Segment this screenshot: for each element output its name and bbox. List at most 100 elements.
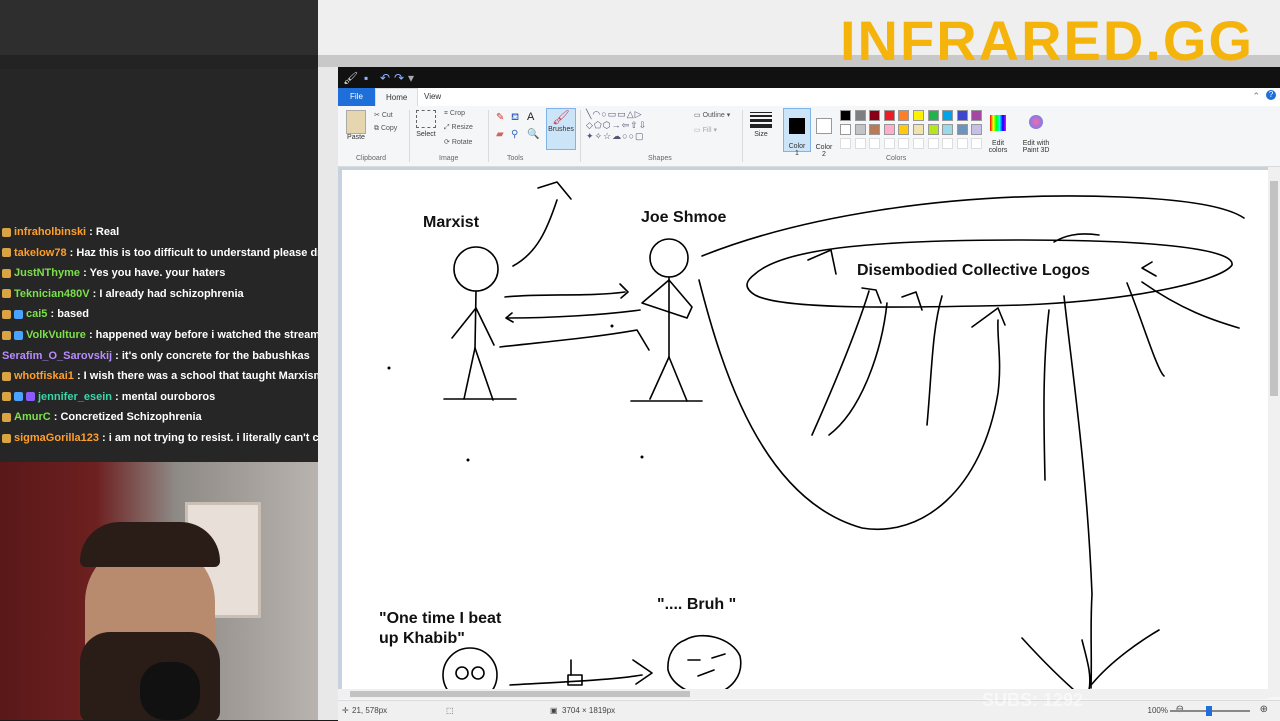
customize-toolbar-icon[interactable]: ▾	[408, 71, 414, 85]
chat-badge-icon	[2, 227, 11, 237]
palette-swatch[interactable]	[898, 110, 910, 121]
palette-swatch[interactable]	[869, 124, 881, 135]
color2-button[interactable]: Color 2	[812, 109, 836, 165]
horizontal-scroll-thumb[interactable]	[350, 691, 690, 697]
chat-badge-icon	[2, 433, 11, 443]
ribbon-separator	[580, 110, 581, 162]
palette-empty-swatch[interactable]	[854, 138, 866, 149]
palette-swatch[interactable]	[883, 110, 895, 121]
palette-swatch[interactable]	[840, 124, 851, 135]
edit-colors-button[interactable]: Edit colors	[986, 108, 1010, 161]
tab-view[interactable]: View	[414, 88, 451, 106]
palette-swatch[interactable]	[927, 110, 939, 121]
palette-empty-swatch[interactable]	[883, 138, 895, 149]
chat-username[interactable]: infraholbinski	[14, 226, 86, 238]
chat-message-text: : Yes you have. your haters	[80, 267, 226, 280]
palette-swatch[interactable]	[942, 124, 954, 135]
ribbon-separator	[742, 110, 743, 162]
drawing-canvas[interactable]: Marxist Joe Shmoe Disembodied Collective…	[342, 170, 1268, 697]
fill-icon[interactable]: ⛾	[511, 112, 519, 125]
zoom-in-button[interactable]: ⊕	[1260, 704, 1268, 715]
text-icon[interactable]: A	[527, 111, 534, 123]
palette-swatch[interactable]	[854, 124, 866, 135]
color2-swatch	[816, 118, 832, 134]
rotate-button[interactable]: ⟳ Rotate	[444, 138, 472, 146]
horizontal-scrollbar[interactable]	[338, 689, 1268, 699]
chat-username[interactable]: jennifer_esein	[38, 391, 112, 403]
color1-button[interactable]: Color 1	[783, 108, 811, 157]
eraser-icon[interactable]: ▰	[496, 129, 504, 140]
shapes-gallery[interactable]: ╲◠○▭▭△▷ ◇⬠⬡→⇦⇧⇩ ✦✧☆☁○○▢	[586, 109, 647, 142]
help-icon[interactable]: ?	[1266, 90, 1276, 100]
chat-username[interactable]: takelow78	[14, 247, 67, 259]
undo-icon[interactable]: ↶	[380, 71, 390, 85]
chat-username[interactable]: Teknician480V	[14, 288, 90, 300]
tab-home[interactable]: Home	[375, 88, 419, 107]
chat-username[interactable]: VolkVulture	[26, 329, 86, 341]
palette-swatch[interactable]	[927, 124, 939, 135]
vertical-scrollbar[interactable]	[1268, 167, 1280, 697]
ribbon-separator	[409, 110, 410, 162]
chat-username[interactable]: AmurC	[14, 411, 51, 423]
palette-swatch[interactable]	[971, 124, 983, 135]
chat-username[interactable]: sigmaGorilla123	[14, 432, 99, 444]
palette-empty-swatch[interactable]	[840, 138, 851, 149]
magnifier-icon[interactable]: 🔍	[527, 129, 539, 140]
palette-swatch[interactable]	[840, 110, 851, 121]
palette-swatch[interactable]	[913, 110, 924, 121]
palette-swatch[interactable]	[956, 124, 968, 135]
cursor-position-icon: ✛	[342, 706, 349, 715]
palette-swatch[interactable]	[913, 124, 924, 135]
redo-icon[interactable]: ↷	[394, 71, 404, 85]
paint-window: 🖌 ▪ ↶ ↷ ▾ File Home View ⌃ ? Paste ✂ Cut…	[338, 67, 1280, 721]
chat-message-text: : it's only concrete for the babushkas	[112, 349, 310, 362]
brushes-button[interactable]: 🖌 Brushes	[546, 108, 576, 150]
paint3d-icon	[1029, 115, 1043, 129]
chat-badge-icon	[2, 248, 11, 258]
tools-group-label: Tools	[507, 155, 524, 162]
select-button[interactable]: Select	[415, 110, 437, 138]
palette-swatch[interactable]	[869, 110, 881, 121]
chat-message: infraholbinski : Real	[0, 222, 318, 243]
palette-empty-swatch[interactable]	[869, 138, 881, 149]
palette-swatch[interactable]	[898, 124, 910, 135]
palette-empty-swatch[interactable]	[956, 138, 968, 149]
collapse-ribbon-icon[interactable]: ⌃	[1252, 91, 1260, 102]
palette-swatch[interactable]	[971, 110, 983, 121]
crop-button[interactable]: ⌗ Crop	[444, 110, 465, 118]
palette-empty-swatch[interactable]	[971, 138, 983, 149]
chat-username[interactable]: JustNThyme	[14, 267, 80, 279]
outline-dropdown[interactable]: ▭ Outline ▾	[694, 111, 730, 119]
palette-empty-swatch[interactable]	[942, 138, 954, 149]
color-picker-icon[interactable]: ⚲	[511, 129, 518, 140]
cursor-position: 21, 578px	[352, 706, 388, 715]
vertical-scroll-thumb[interactable]	[1270, 181, 1278, 396]
chat-message: Serafim_O_Sarovskij : it's only concrete…	[0, 346, 318, 367]
chat-username[interactable]: Serafim_O_Sarovskij	[2, 350, 112, 362]
palette-swatch[interactable]	[883, 124, 895, 135]
colors-group-label: Colors	[886, 155, 907, 162]
size-button[interactable]: Size	[748, 110, 774, 138]
palette-swatch[interactable]	[854, 110, 866, 121]
palette-swatch[interactable]	[942, 110, 954, 121]
palette-empty-swatch[interactable]	[913, 138, 924, 149]
edit-paint3d-button[interactable]: Edit with Paint 3D	[1018, 108, 1054, 161]
chat-badge-icon	[2, 289, 11, 299]
copy-button[interactable]: ⧉ Copy	[374, 125, 397, 133]
chat-username[interactable]: cai5	[26, 308, 47, 320]
cut-button[interactable]: ✂ Cut	[374, 111, 393, 119]
palette-swatch[interactable]	[956, 110, 968, 121]
tab-file[interactable]: File	[338, 88, 375, 106]
zoom-slider[interactable]	[1170, 706, 1250, 716]
fill-dropdown[interactable]: ▭ Fill ▾	[694, 126, 717, 134]
chat-username[interactable]: whotfiskai1	[14, 370, 74, 382]
resize-button[interactable]: ⤢ Resize	[444, 124, 473, 132]
pencil-icon[interactable]: ✎	[496, 112, 504, 123]
save-icon[interactable]: ▪	[364, 71, 368, 85]
palette-empty-swatch[interactable]	[898, 138, 910, 149]
chat-badge-icon	[14, 309, 23, 319]
zoom-slider-thumb[interactable]	[1206, 706, 1212, 716]
palette-empty-swatch[interactable]	[927, 138, 939, 149]
paste-button[interactable]: Paste	[346, 110, 366, 141]
chat-badge-icon	[2, 371, 11, 381]
